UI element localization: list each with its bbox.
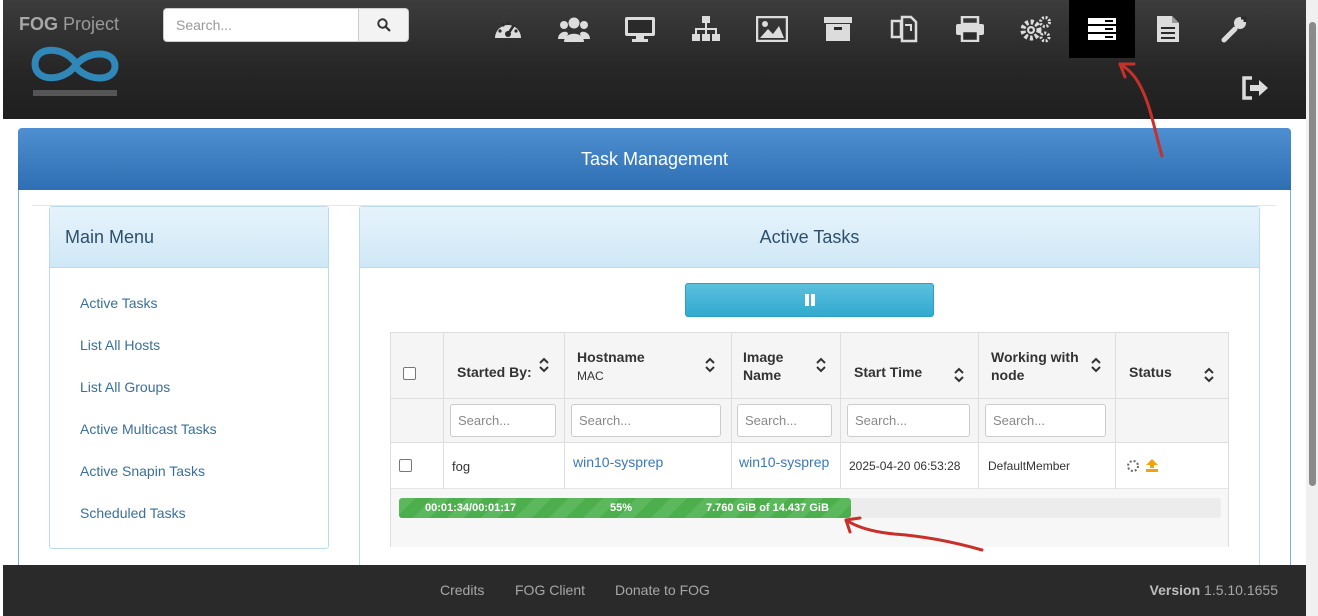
fog-logo-icon[interactable] xyxy=(25,40,125,104)
menu-item-active-tasks[interactable]: Active Tasks xyxy=(50,282,328,324)
nav-plugins[interactable] xyxy=(1003,0,1069,58)
column-divider xyxy=(978,333,979,489)
col-hostname[interactable]: Hostname MAC xyxy=(577,333,645,399)
active-tasks-table: Started By: Hostname MAC Image Name Start … xyxy=(390,332,1229,547)
footer: Credits FOG Client Donate to FOG Version… xyxy=(3,565,1306,616)
sort-icon[interactable] xyxy=(705,357,715,373)
progress-size: 7.760 GiB of 14.437 GiB xyxy=(706,502,829,514)
settings-wrench-icon xyxy=(1221,16,1247,43)
sort-icon[interactable] xyxy=(816,357,826,373)
sort-icon[interactable] xyxy=(1204,367,1214,383)
scrollbar-thumb[interactable] xyxy=(1309,22,1316,486)
top-navbar: FOG Project xyxy=(3,0,1306,119)
row-image-link[interactable]: win10-sysprep xyxy=(739,439,829,485)
sort-icon[interactable] xyxy=(1091,357,1101,373)
pause-icon xyxy=(804,294,815,306)
table-filter-row xyxy=(391,399,1228,443)
tasks-icon xyxy=(1088,18,1116,40)
menu-item-list-all-hosts[interactable]: List All Hosts xyxy=(50,324,328,366)
main-menu-list: Active Tasks List All Hosts List All Gro… xyxy=(50,268,328,534)
nav-tasks[interactable] xyxy=(1069,0,1135,58)
page-scrollbar[interactable] xyxy=(1306,0,1318,616)
brand-title[interactable]: FOG Project xyxy=(19,14,119,35)
search-button[interactable] xyxy=(359,8,409,42)
users-icon xyxy=(558,17,590,42)
column-divider xyxy=(564,333,565,489)
footer-donate-link[interactable]: Donate to FOG xyxy=(615,565,710,616)
nav-snapins[interactable] xyxy=(871,0,937,58)
col-image-name[interactable]: Image Name xyxy=(743,333,783,399)
col-start-time[interactable]: Start Time xyxy=(854,339,922,405)
search-group xyxy=(163,8,409,42)
footer-fog-client-link[interactable]: FOG Client xyxy=(515,565,585,616)
column-divider xyxy=(731,333,732,489)
col-started-by[interactable]: Started By: xyxy=(457,339,532,405)
menu-item-active-snapin-tasks[interactable]: Active Snapin Tasks xyxy=(50,450,328,492)
filter-hostname-input[interactable] xyxy=(571,404,721,437)
table-header-row: Started By: Hostname MAC Image Name Start … xyxy=(391,333,1228,399)
groups-sitemap-icon xyxy=(692,16,720,41)
printer-icon xyxy=(956,16,984,42)
main-menu-title: Main Menu xyxy=(50,207,328,268)
filter-node-input[interactable] xyxy=(985,404,1106,437)
progress-percent: 55% xyxy=(610,502,633,514)
main-menu-panel: Main Menu Active Tasks List All Hosts Li… xyxy=(49,206,329,549)
nav-hosts[interactable] xyxy=(607,0,673,58)
nav-settings[interactable] xyxy=(1201,0,1267,58)
page-title: Task Management xyxy=(580,148,729,169)
filter-image-input[interactable] xyxy=(737,404,832,437)
table-row[interactable]: fog win10-sysprep win10-sysprep 2025-04-… xyxy=(391,443,1228,489)
column-divider xyxy=(1115,333,1116,489)
upload-icon xyxy=(1146,459,1158,472)
row-checkbox[interactable] xyxy=(399,459,412,472)
progress-bar: 00:01:34/00:01:17 55% 7.760 GiB of 14.43… xyxy=(399,498,1221,518)
column-divider xyxy=(443,333,444,489)
storage-archive-icon xyxy=(824,17,852,41)
filter-started-by-input[interactable] xyxy=(450,404,556,437)
pause-button[interactable] xyxy=(685,283,934,317)
sort-icon[interactable] xyxy=(954,367,964,383)
dashboard-icon xyxy=(495,21,521,38)
nav-reports[interactable] xyxy=(1135,0,1201,58)
column-divider xyxy=(840,333,841,489)
nav-storage[interactable] xyxy=(805,0,871,58)
nav-printers[interactable] xyxy=(937,0,1003,58)
reports-icon xyxy=(1157,16,1179,42)
page-title-bar: Task Management xyxy=(18,128,1291,190)
menu-item-list-all-groups[interactable]: List All Groups xyxy=(50,366,328,408)
select-all-checkbox[interactable] xyxy=(403,367,416,380)
version-text: Version 1.5.10.1655 xyxy=(1149,582,1278,598)
nav-groups[interactable] xyxy=(673,0,739,58)
footer-credits-link[interactable]: Credits xyxy=(440,565,484,616)
row-started-by: fog xyxy=(452,458,471,474)
logout-icon[interactable] xyxy=(1241,76,1269,100)
nav-images[interactable] xyxy=(739,0,805,58)
col-status[interactable]: Status xyxy=(1129,339,1172,405)
menu-item-scheduled-tasks[interactable]: Scheduled Tasks xyxy=(50,492,328,534)
progress-row: 00:01:34/00:01:17 55% 7.760 GiB of 14.43… xyxy=(391,489,1228,547)
images-icon xyxy=(756,16,788,42)
search-input[interactable] xyxy=(163,8,359,42)
spinner-icon xyxy=(1127,460,1139,472)
nav-users[interactable] xyxy=(541,0,607,58)
hosts-monitor-icon xyxy=(625,17,655,42)
plugins-gears-icon xyxy=(1020,16,1051,43)
col-working-node[interactable]: Working with node xyxy=(991,333,1079,399)
row-node: DefaultMember xyxy=(988,459,1071,473)
page: FOG Project Search... Task Management Ma… xyxy=(0,0,1318,616)
row-start-time: 2025-04-20 06:53:28 xyxy=(849,459,961,473)
snapins-icon xyxy=(890,15,918,43)
progress-fill: 00:01:34/00:01:17 55% 7.760 GiB of 14.43… xyxy=(399,498,851,518)
active-tasks-title: Active Tasks xyxy=(360,207,1259,268)
menu-item-active-multicast-tasks[interactable]: Active Multicast Tasks xyxy=(50,408,328,450)
nav-dashboard[interactable] xyxy=(475,0,541,58)
filter-start-time-input[interactable] xyxy=(847,404,970,437)
search-icon xyxy=(376,18,391,32)
sort-icon[interactable] xyxy=(539,357,549,373)
row-hostname-link[interactable]: win10-sysprep xyxy=(573,439,663,485)
progress-elapsed: 00:01:34/00:01:17 xyxy=(425,502,517,514)
